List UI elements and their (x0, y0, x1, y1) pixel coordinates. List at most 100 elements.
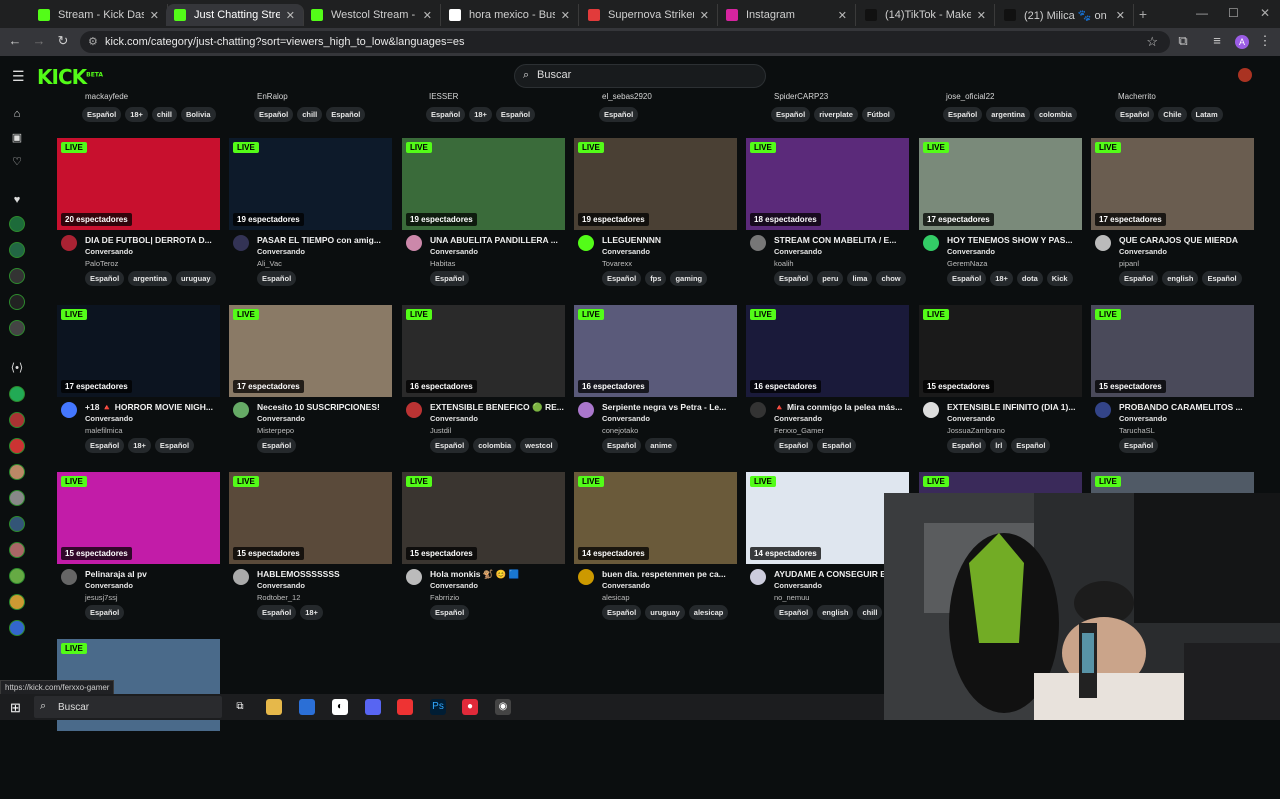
streamer-name[interactable]: jesusj7ssj (85, 593, 118, 602)
close-window-icon[interactable]: ✕ (1260, 6, 1270, 20)
tag-chip[interactable]: Español (426, 107, 466, 122)
close-tab-icon[interactable]: ✕ (150, 9, 159, 22)
maximize-icon[interactable]: ☐ (1228, 6, 1239, 20)
stream-card[interactable]: LIVE 14 espectadores buen dia. respetenmen… (574, 472, 737, 632)
recommended-channel-avatar[interactable] (9, 490, 25, 506)
streamer-avatar[interactable] (923, 402, 939, 418)
streamer-name[interactable]: IESSER (429, 92, 535, 101)
stream-thumbnail[interactable]: LIVE 17 espectadores (57, 305, 220, 397)
browser-tab[interactable]: Supernova Strikers: estos ✕ (580, 4, 718, 26)
streamer-avatar[interactable] (578, 569, 594, 585)
address-bar[interactable]: ⚙ kick.com/category/just-chatting?sort=v… (80, 31, 1170, 53)
stream-category[interactable]: Conversando (430, 414, 478, 423)
stream-thumbnail[interactable]: LIVE 17 espectadores (919, 138, 1082, 230)
stream-category[interactable]: Conversando (947, 414, 995, 423)
streamer-avatar[interactable] (61, 402, 77, 418)
tag-chip[interactable]: Español (430, 271, 470, 286)
tag-chip[interactable]: Español (602, 438, 642, 453)
recommended-icon[interactable]: ⟨•⟩ (9, 360, 25, 376)
streamer-name[interactable]: Macherrito (1118, 92, 1223, 101)
stream-category[interactable]: Conversando (774, 247, 822, 256)
followed-channel-avatar[interactable] (9, 268, 25, 284)
browser-tab[interactable]: hora mexico - Buscar con ✕ (441, 4, 579, 26)
tag-chip[interactable]: 18+ (300, 605, 323, 620)
stream-title[interactable]: HOY TENEMOS SHOW Y PAS... (947, 235, 1082, 245)
recommended-channel-avatar[interactable] (9, 438, 25, 454)
tag-chip[interactable]: 18+ (990, 271, 1013, 286)
streamer-avatar[interactable] (923, 235, 939, 251)
browser-tab[interactable]: (21) Milica 🐾 on X: "h ✕ (996, 4, 1134, 26)
tag-chip[interactable]: chill (857, 605, 883, 620)
stream-card[interactable]: LIVE 15 espectadores PROBANDO CARAMELITOS … (1091, 305, 1254, 465)
stream-thumbnail[interactable]: LIVE 15 espectadores (1091, 305, 1254, 397)
stream-thumbnail[interactable]: LIVE 19 espectadores (574, 138, 737, 230)
recommended-channel-avatar[interactable] (9, 542, 25, 558)
stream-title[interactable]: Serpiente negra vs Petra - Le... (602, 402, 737, 412)
tag-chip[interactable]: dota (1016, 271, 1043, 286)
stream-thumbnail[interactable]: LIVE 15 espectadores (229, 472, 392, 564)
menu-dots-icon[interactable]: ⋮ (1256, 33, 1274, 49)
streamer-name[interactable]: TaruchaSL (1119, 426, 1155, 435)
close-tab-icon[interactable]: ✕ (286, 9, 295, 22)
tag-chip[interactable]: Español (602, 605, 642, 620)
tag-chip[interactable]: Español (257, 438, 297, 453)
profile-avatar[interactable]: A (1235, 35, 1249, 49)
stream-title[interactable]: PROBANDO CARAMELITOS ... (1119, 402, 1254, 412)
stream-thumbnail[interactable]: LIVE 18 espectadores (746, 138, 909, 230)
stream-title[interactable]: UNA ABUELITA PANDILLERA ... (430, 235, 565, 245)
streamer-avatar[interactable] (61, 569, 77, 585)
streamer-avatar[interactable] (233, 402, 249, 418)
streamer-name[interactable]: jose_oficial22 (946, 92, 1077, 101)
browser-tab[interactable]: Stream - Kick Dashboard ✕ (30, 4, 168, 26)
stream-thumbnail[interactable]: LIVE 16 espectadores (746, 305, 909, 397)
close-tab-icon[interactable]: ✕ (423, 9, 432, 22)
browse-icon[interactable]: ▣ (9, 130, 25, 146)
stream-category[interactable]: Conversando (1119, 247, 1167, 256)
stream-category[interactable]: Conversando (257, 581, 305, 590)
stream-category[interactable]: Conversando (1119, 414, 1167, 423)
hamburger-menu-icon[interactable]: ☰ (12, 68, 25, 85)
tag-chip[interactable]: Chile (1158, 107, 1187, 122)
browser-tab[interactable]: (14)TikTok - Make Your D ✕ (857, 4, 995, 26)
store-icon[interactable] (299, 699, 315, 715)
streamer-avatar[interactable] (578, 402, 594, 418)
tag-chip[interactable]: Español (85, 605, 125, 620)
streamer-avatar[interactable] (406, 402, 422, 418)
streamer-avatar[interactable] (406, 569, 422, 585)
close-tab-icon[interactable]: ✕ (561, 9, 570, 22)
site-info-icon[interactable]: ⚙ (88, 35, 98, 48)
tag-chip[interactable]: 18+ (128, 438, 151, 453)
streamer-name[interactable]: no_nemuu (774, 593, 809, 602)
tag-chip[interactable]: Español (326, 107, 366, 122)
tag-chip[interactable]: Español (1202, 271, 1242, 286)
recommended-channel-avatar[interactable] (9, 594, 25, 610)
tag-chip[interactable]: Español (85, 271, 125, 286)
app-icon[interactable]: ◐ (332, 699, 348, 715)
tag-chip[interactable]: gaming (670, 271, 708, 286)
streamer-name[interactable]: mackayfede (85, 92, 216, 101)
stream-category[interactable]: Conversando (602, 414, 650, 423)
stream-card[interactable]: LIVE 17 espectadores +18 🔺 HORROR MOVIE NI… (57, 305, 220, 465)
stream-title[interactable]: Pelinaraja al pv (85, 569, 220, 579)
tag-chip[interactable]: Español (430, 605, 470, 620)
tag-chip[interactable]: Español (947, 271, 987, 286)
tag-chip[interactable]: colombia (1033, 107, 1077, 122)
tag-chip[interactable]: chow (876, 271, 906, 286)
new-tab-button[interactable]: + (1135, 6, 1151, 22)
stream-thumbnail[interactable]: LIVE 17 espectadores (1091, 138, 1254, 230)
tag-chip[interactable]: Español (254, 107, 294, 122)
stream-thumbnail[interactable]: LIVE 15 espectadores (402, 472, 565, 564)
task-view-icon[interactable]: ⧉ (232, 699, 248, 715)
stream-category[interactable]: Conversando (602, 247, 650, 256)
streamer-name[interactable]: JossuaZambrano (947, 426, 1005, 435)
tag-chip[interactable]: Fútbol (861, 107, 895, 122)
forward-icon[interactable]: → (30, 33, 48, 48)
stream-title[interactable]: STREAM CON MABELITA / E... (774, 235, 909, 245)
tag-chip[interactable]: Español (430, 438, 470, 453)
streamer-name[interactable]: EnRalop (257, 92, 365, 101)
stream-title[interactable]: HABLEMOSSSSSSS (257, 569, 392, 579)
tag-chip[interactable]: 18+ (125, 107, 148, 122)
tag-chip[interactable]: Español (774, 271, 814, 286)
tag-chip[interactable]: Kick (1046, 271, 1073, 286)
media-icon[interactable]: ≡ (1208, 33, 1226, 48)
